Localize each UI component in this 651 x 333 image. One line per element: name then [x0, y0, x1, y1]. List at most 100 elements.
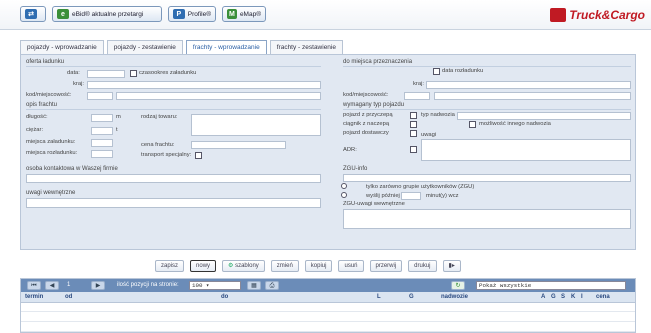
- date-label: data:: [67, 70, 80, 76]
- emap-icon: M: [227, 9, 237, 19]
- col-i[interactable]: I: [581, 294, 583, 300]
- per-page-label: ilość pozycji na stronie:: [117, 282, 179, 288]
- print-button[interactable]: drukuj: [408, 260, 437, 272]
- table-row[interactable]: [21, 303, 635, 312]
- dest-postcode-input[interactable]: [404, 92, 430, 100]
- ebid-button[interactable]: e eBid® aktualne przetargi: [52, 6, 162, 22]
- load-date-input[interactable]: [87, 70, 125, 78]
- col-a[interactable]: A: [541, 294, 545, 300]
- special-label: transport specjalny:: [141, 152, 192, 158]
- change-button[interactable]: zmień: [270, 260, 299, 272]
- unload-places-input[interactable]: [91, 150, 113, 158]
- trailer-label: pojazd z przyczepą: [343, 112, 393, 118]
- divider: [26, 66, 321, 67]
- trailer-checkbox[interactable]: [410, 112, 417, 119]
- divider: [343, 109, 631, 110]
- col-k[interactable]: K: [571, 294, 575, 300]
- zgu-section-title: ZGU-info: [343, 166, 368, 172]
- col-cena[interactable]: cena: [596, 294, 610, 300]
- next-page-button[interactable]: ▶: [91, 281, 105, 290]
- table-row[interactable]: [21, 323, 635, 332]
- prev-page-button[interactable]: ◀: [45, 281, 59, 290]
- other-body-checkbox[interactable]: [469, 121, 476, 128]
- tab-freight-list[interactable]: frachty - zestawienie: [269, 40, 343, 54]
- goods-label: rodzaj towaru:: [141, 114, 178, 120]
- goods-textarea[interactable]: [191, 114, 321, 136]
- delete-button[interactable]: usuń: [338, 260, 364, 272]
- interval-label: czasookres załadunku: [139, 70, 197, 76]
- adr-checkbox[interactable]: [410, 146, 417, 153]
- abort-button[interactable]: przerwij: [369, 260, 403, 272]
- length-label: długość:: [26, 114, 48, 120]
- page-number: 1: [67, 282, 71, 288]
- col-s[interactable]: S: [561, 294, 565, 300]
- arrows-icon: ⇄: [25, 9, 37, 19]
- help-button[interactable]: ▮▸: [442, 260, 461, 272]
- main-tabs: pojazdy - wprowadzanie pojazdy - zestawi…: [20, 40, 343, 54]
- help-icon: ▮▸: [448, 263, 455, 269]
- col-l[interactable]: L: [377, 294, 381, 300]
- emap-button[interactable]: M eMap®: [222, 6, 266, 22]
- zgu-option2-radio[interactable]: [341, 192, 347, 198]
- body-type-input[interactable]: [457, 112, 631, 120]
- load-city-input[interactable]: [116, 92, 321, 100]
- interval-checkbox[interactable]: [130, 70, 137, 77]
- length-input[interactable]: [91, 114, 113, 122]
- print-grid-icon[interactable]: ⎙: [265, 281, 279, 290]
- destination-section-title: do miejsca przeznaczenia: [343, 59, 413, 65]
- zgu-minutes-input[interactable]: [401, 192, 421, 200]
- tractor-checkbox[interactable]: [410, 121, 417, 128]
- special-checkbox[interactable]: [195, 152, 202, 159]
- other-body-label: możliwość innego nadwozia: [479, 121, 551, 127]
- truck-cargo-logo: Truck&Cargo: [550, 6, 645, 24]
- delivery-checkbox[interactable]: [410, 130, 417, 137]
- export-icon[interactable]: ▦: [247, 281, 261, 290]
- divider: [343, 66, 631, 67]
- col-nadwozie[interactable]: nadwozie: [441, 294, 468, 300]
- vehicle-notes-textarea[interactable]: [421, 139, 631, 161]
- load-places-input[interactable]: [91, 139, 113, 147]
- col-termin[interactable]: termin: [25, 294, 43, 300]
- per-page-select[interactable]: 100 ▾: [189, 281, 241, 290]
- grid-header: termin od do L G nadwozie A G S K I cena: [21, 292, 635, 303]
- profile-button[interactable]: P Profile®: [168, 6, 216, 22]
- unload-date-checkbox[interactable]: [433, 68, 440, 75]
- zgu-notes-textarea[interactable]: [343, 209, 631, 229]
- price-label: cena frachtu:: [141, 142, 175, 148]
- divider: [26, 109, 321, 110]
- table-row[interactable]: [21, 313, 635, 322]
- contact-input[interactable]: [26, 174, 321, 183]
- col-od[interactable]: od: [65, 294, 72, 300]
- unload-date-label: data rozładunku: [442, 68, 484, 74]
- weight-input[interactable]: [91, 127, 113, 135]
- load-country-input[interactable]: [87, 81, 321, 89]
- postcode-label: kod/miejscowość:: [26, 92, 72, 98]
- ebid-label: eBid® aktualne przetargi: [72, 10, 144, 18]
- col-g[interactable]: G: [409, 294, 414, 300]
- tab-vehicles-list[interactable]: pojazdy - zestawienie: [106, 40, 183, 54]
- dest-country-input[interactable]: [426, 81, 631, 89]
- tab-freight-entry[interactable]: frachty - wprowadzanie: [185, 40, 267, 54]
- save-button[interactable]: zapisz: [155, 260, 185, 272]
- new-button[interactable]: nowy: [190, 260, 217, 272]
- body-type-label: typ nadwozia: [421, 112, 455, 118]
- col-do[interactable]: do: [221, 294, 228, 300]
- zgu-option1-radio[interactable]: [341, 183, 347, 189]
- col-g2[interactable]: G: [551, 294, 556, 300]
- adr-label: ADR:: [343, 147, 357, 153]
- offer-section-title: oferta ładunku: [26, 59, 65, 65]
- dest-city-input[interactable]: [434, 92, 631, 100]
- copy-button[interactable]: kopiuj: [304, 260, 333, 272]
- tab-vehicles-entry[interactable]: pojazdy - wprowadzanie: [20, 40, 104, 54]
- back-button[interactable]: ⇄: [20, 6, 46, 22]
- internal-notes-input[interactable]: [26, 198, 321, 208]
- load-postcode-input[interactable]: [87, 92, 113, 100]
- price-input[interactable]: [191, 141, 286, 149]
- first-page-button[interactable]: ⏮: [27, 281, 41, 290]
- dest-country-label: kraj:: [413, 81, 424, 87]
- load-places-label: miejsca załadunku:: [26, 139, 76, 145]
- filter-select[interactable]: Pokaż wszystkie: [476, 281, 626, 290]
- zgu-info-input[interactable]: [343, 174, 631, 182]
- templates-button[interactable]: ⚙ szablony: [222, 260, 265, 272]
- refresh-icon[interactable]: ↻: [451, 281, 465, 290]
